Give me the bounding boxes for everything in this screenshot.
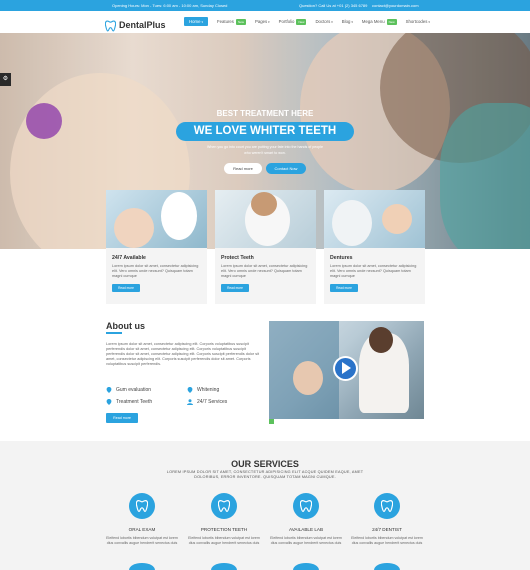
- service-item[interactable]: 24/7 DENTIST Eleifend lobortis bibendum …: [342, 493, 432, 546]
- service-item[interactable]: ORAL EXAM Eleifend lobortis bibendum vol…: [97, 493, 187, 546]
- service-desc: Eleifend lobortis bibendum volutpat est …: [106, 536, 178, 545]
- services-title: OUR SERVICES: [231, 459, 299, 469]
- card-title: Protect Teeth: [221, 255, 254, 261]
- service-desc: Eleifend lobortis bibendum volutpat est …: [270, 536, 342, 545]
- hero-subtitle: BEST TREATMENT HERE: [216, 109, 314, 118]
- card-title: Dentures: [330, 255, 353, 261]
- hero-read-more-button[interactable]: Read more: [224, 163, 262, 174]
- nav-mega-menu[interactable]: Mega Menu New: [362, 18, 397, 25]
- card-title: 24/7 Available: [112, 255, 146, 261]
- user-icon: [187, 399, 193, 405]
- service-icon-circle: [374, 563, 400, 570]
- new-badge: New: [296, 18, 307, 25]
- about-read-more-button[interactable]: Read more: [106, 413, 138, 423]
- location-pin-icon: [187, 387, 193, 393]
- nav-portfolio[interactable]: Portfolio New: [279, 18, 307, 25]
- service-name: 24/7 DENTIST: [372, 527, 402, 532]
- card-image: [106, 190, 207, 248]
- brand-name: DentalPlus: [119, 20, 166, 30]
- nav-shortcodes[interactable]: Shortcodes ▾: [406, 19, 430, 24]
- site-header: DentalPlus DENTAL CARE & TREATMENT Home▾…: [0, 11, 530, 37]
- email-info[interactable]: contact@yourdomain.com: [372, 3, 419, 8]
- service-desc: Eleifend lobortis bibendum volutpat est …: [351, 536, 423, 545]
- top-info-bar: Opening Hours: Mon - Tues: 6:00 am - 10:…: [0, 0, 530, 11]
- service-item[interactable]: PROTECTION TEETH Eleifend lobortis biben…: [179, 493, 269, 546]
- nav-home[interactable]: Home ▾: [184, 17, 208, 26]
- nav-features[interactable]: Features New: [217, 18, 246, 25]
- hero-contact-button[interactable]: Contact Now: [266, 163, 306, 174]
- card-text: Lorem ipsum dolor sit amet, consectetur …: [221, 264, 308, 278]
- hero-description: When you go into court you are putting y…: [206, 145, 324, 155]
- tooth-icon: [293, 493, 319, 519]
- opening-hours: Opening Hours: Mon - Tues: 6:00 am - 10:…: [112, 3, 228, 8]
- about-title: About us: [106, 321, 145, 331]
- new-badge: New: [386, 18, 397, 25]
- video-marker-icon: [269, 419, 274, 424]
- card-read-more-button[interactable]: Read more: [112, 284, 140, 292]
- card-image: [324, 190, 425, 248]
- tooth-icon: [105, 20, 116, 32]
- services-subtitle: LOREM IPSUM DOLOR SIT AMET, CONSECTETUR …: [166, 470, 364, 480]
- location-pin-icon: [106, 387, 112, 393]
- about-feature: Gum evaluation: [106, 387, 151, 393]
- card-image: [215, 190, 316, 248]
- card-read-more-button[interactable]: Read more: [221, 284, 249, 292]
- service-name: ORAL EXAM: [128, 527, 156, 532]
- feature-card: 24/7 Available Lorem ipsum dolor sit ame…: [106, 190, 207, 304]
- title-underline: [106, 332, 122, 334]
- about-feature: Whitening: [187, 387, 219, 393]
- service-name: AVAILABLE LAB: [288, 527, 324, 532]
- service-icon-circle: [129, 563, 155, 570]
- tooth-icon: [211, 493, 237, 519]
- service-icon-circle: [293, 563, 319, 570]
- service-desc: Eleifend lobortis bibendum volutpat est …: [188, 536, 260, 545]
- play-button-icon[interactable]: [333, 356, 358, 381]
- about-feature: Treatment Teeth: [106, 399, 152, 405]
- nav-blog[interactable]: Blog ▾: [342, 19, 353, 24]
- new-badge: New: [235, 18, 246, 25]
- card-text: Lorem ipsum dolor sit amet, consectetur …: [112, 264, 199, 278]
- nav-pages[interactable]: Pages ▾: [255, 19, 270, 24]
- feature-card: Protect Teeth Lorem ipsum dolor sit amet…: [215, 190, 316, 304]
- settings-toggle-icon[interactable]: ⚙: [0, 73, 11, 86]
- service-icon-circle: [211, 563, 237, 570]
- card-text: Lorem ipsum dolor sit amet, consectetur …: [330, 264, 417, 278]
- tooth-icon: [129, 493, 155, 519]
- service-item[interactable]: AVAILABLE LAB Eleifend lobortis bibendum…: [261, 493, 351, 546]
- about-text: Lorem ipsum dolor sit amet, consectetur …: [106, 342, 260, 367]
- tooth-icon: [374, 493, 400, 519]
- card-read-more-button[interactable]: Read more: [330, 284, 358, 292]
- nav-doctors[interactable]: Doctors ▾: [315, 19, 332, 24]
- location-pin-icon: [106, 399, 112, 405]
- hero-title: WE LOVE WHITER TEETH: [176, 122, 354, 141]
- feature-card: Dentures Lorem ipsum dolor sit amet, con…: [324, 190, 425, 304]
- phone-info: Question? Call Us at +01 (2) 345 6789: [299, 3, 368, 8]
- about-feature: 24/7 Services: [187, 399, 227, 405]
- main-nav: Home ▾ Features New Pages ▾ Portfolio New Do…: [184, 17, 439, 26]
- service-name: PROTECTION TEETH: [200, 527, 248, 532]
